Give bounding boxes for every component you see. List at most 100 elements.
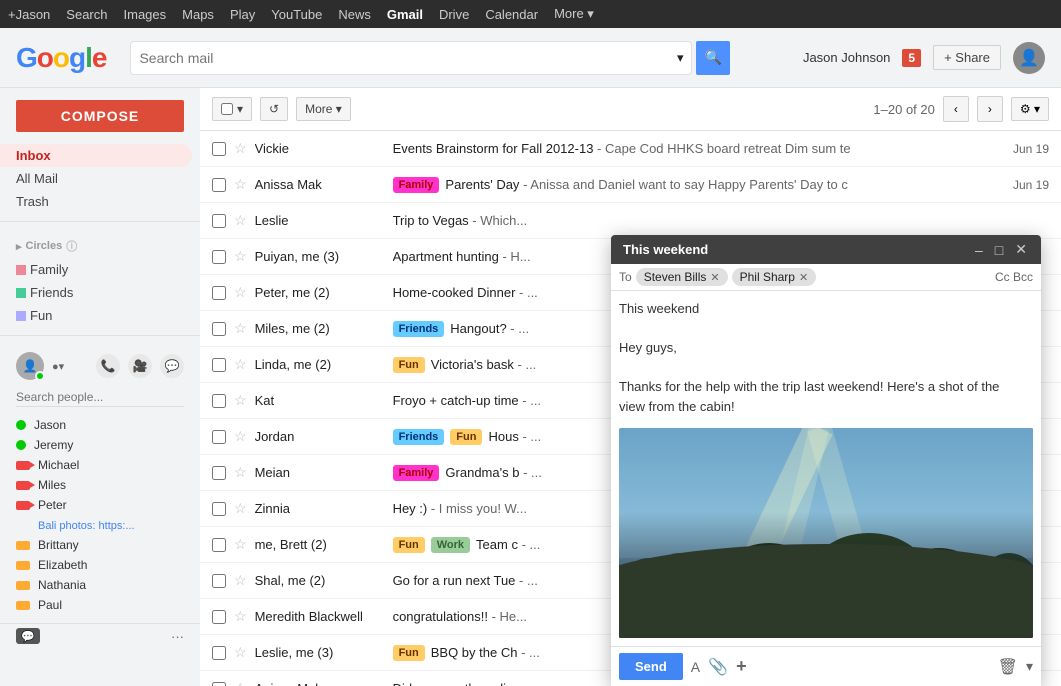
- format-icon[interactable]: A: [691, 659, 700, 675]
- person-jeremy[interactable]: Jeremy: [16, 435, 184, 455]
- search-dropdown-icon[interactable]: ▾: [677, 50, 684, 66]
- star-icon[interactable]: ☆: [234, 500, 247, 517]
- row-checkbox[interactable]: [212, 610, 226, 624]
- notification-badge[interactable]: 5: [902, 49, 921, 67]
- nav-gmail[interactable]: Gmail: [387, 7, 423, 22]
- trash-label: Trash: [16, 194, 49, 209]
- share-button[interactable]: + Share: [933, 45, 1001, 70]
- email-row[interactable]: ☆ Anissa Mak Family Parents' Day - Aniss…: [200, 167, 1061, 203]
- search-people-input[interactable]: [16, 388, 184, 407]
- sidebar-item-family[interactable]: Family: [0, 258, 192, 281]
- row-checkbox[interactable]: [212, 142, 226, 156]
- nav-search[interactable]: Search: [66, 7, 107, 22]
- row-checkbox[interactable]: [212, 214, 226, 228]
- person-peter[interactable]: Peter Bali photos: https:...: [16, 495, 184, 535]
- recipient-chip-steven[interactable]: Steven Bills ✕: [636, 268, 728, 286]
- row-checkbox[interactable]: [212, 178, 226, 192]
- person-miles[interactable]: Miles: [16, 475, 184, 495]
- chat-icon[interactable]: 💬: [160, 354, 184, 378]
- row-checkbox[interactable]: [212, 394, 226, 408]
- select-all-checkbox[interactable]: [221, 103, 233, 115]
- star-icon[interactable]: ☆: [234, 536, 247, 553]
- top-nav-bar: +Jason Search Images Maps Play YouTube N…: [0, 0, 1061, 28]
- sidebar-item-inbox[interactable]: Inbox: [0, 144, 192, 167]
- row-checkbox[interactable]: [212, 466, 226, 480]
- row-checkbox[interactable]: [212, 358, 226, 372]
- star-icon[interactable]: ☆: [234, 464, 247, 481]
- refresh-button[interactable]: ↺: [260, 97, 288, 121]
- row-checkbox[interactable]: [212, 430, 226, 444]
- person-paul[interactable]: Paul: [16, 595, 184, 615]
- sidebar-item-friends[interactable]: Friends: [0, 281, 192, 304]
- compose-message-area[interactable]: This weekend Hey guys, Thanks for the he…: [611, 291, 1041, 424]
- star-icon[interactable]: ☆: [234, 176, 247, 193]
- person-brittany[interactable]: Brittany: [16, 535, 184, 555]
- more-toolbar-button[interactable]: More ▾: [296, 97, 351, 121]
- call-icon[interactable]: 📞: [96, 354, 120, 378]
- send-button[interactable]: Send: [619, 653, 683, 680]
- nav-calendar[interactable]: Calendar: [485, 7, 538, 22]
- nav-news[interactable]: News: [338, 7, 371, 22]
- row-checkbox[interactable]: [212, 286, 226, 300]
- compose-maximize-button[interactable]: □: [993, 242, 1005, 258]
- star-icon[interactable]: ☆: [234, 140, 247, 157]
- star-icon[interactable]: ☆: [234, 392, 247, 409]
- nav-play[interactable]: Play: [230, 7, 255, 22]
- prev-page-button[interactable]: ‹: [943, 96, 969, 122]
- email-row[interactable]: ☆ Vickie Events Brainstorm for Fall 2012…: [200, 131, 1061, 167]
- delete-draft-icon[interactable]: 🗑: [998, 657, 1018, 677]
- row-checkbox[interactable]: [212, 250, 226, 264]
- nav-images[interactable]: Images: [124, 7, 167, 22]
- chat-bar-dots[interactable]: ···: [171, 629, 184, 644]
- nav-plus-jason[interactable]: +Jason: [8, 7, 50, 22]
- star-icon[interactable]: ☆: [234, 572, 247, 589]
- nav-drive[interactable]: Drive: [439, 7, 469, 22]
- email-row[interactable]: ☆ Leslie Trip to Vegas - Which...: [200, 203, 1061, 239]
- insert-icon[interactable]: +: [736, 656, 747, 677]
- sidebar-item-fun[interactable]: Fun: [0, 304, 192, 327]
- person-michael[interactable]: Michael: [16, 455, 184, 475]
- compose-button[interactable]: COMPOSE: [16, 100, 184, 132]
- compose-more-icon[interactable]: ▾: [1026, 658, 1033, 675]
- star-icon[interactable]: ☆: [234, 356, 247, 373]
- remove-steven-button[interactable]: ✕: [710, 271, 719, 284]
- nav-maps[interactable]: Maps: [182, 7, 214, 22]
- circles-label[interactable]: ▸ Circles ⓘ: [16, 238, 77, 254]
- attach-icon[interactable]: 📎: [708, 657, 728, 677]
- star-icon[interactable]: ☆: [234, 608, 247, 625]
- cc-bcc-label[interactable]: Cc Bcc: [995, 270, 1033, 284]
- row-checkbox[interactable]: [212, 646, 226, 660]
- person-elizabeth[interactable]: Elizabeth: [16, 555, 184, 575]
- settings-button[interactable]: ⚙ ▾: [1011, 97, 1049, 121]
- sidebar-item-all[interactable]: All Mail: [0, 167, 192, 190]
- star-icon[interactable]: ☆: [234, 212, 247, 229]
- chat-bar-icon[interactable]: 💬: [16, 628, 40, 644]
- row-checkbox[interactable]: [212, 538, 226, 552]
- person-jason[interactable]: Jason: [16, 415, 184, 435]
- row-checkbox[interactable]: [212, 322, 226, 336]
- star-icon[interactable]: ☆: [234, 680, 247, 686]
- video-icon[interactable]: 🎥: [128, 354, 152, 378]
- remove-phil-button[interactable]: ✕: [799, 271, 808, 284]
- select-dropdown[interactable]: ▾: [212, 97, 252, 121]
- star-icon[interactable]: ☆: [234, 644, 247, 661]
- recipient-chip-phil[interactable]: Phil Sharp ✕: [732, 268, 817, 286]
- row-checkbox[interactable]: [212, 574, 226, 588]
- sidebar-item-trash[interactable]: Trash: [0, 190, 192, 213]
- next-page-button[interactable]: ›: [977, 96, 1003, 122]
- compose-to-input[interactable]: [820, 270, 991, 285]
- star-icon[interactable]: ☆: [234, 248, 247, 265]
- star-icon[interactable]: ☆: [234, 428, 247, 445]
- row-checkbox[interactable]: [212, 502, 226, 516]
- star-icon[interactable]: ☆: [234, 284, 247, 301]
- search-input[interactable]: [139, 50, 676, 66]
- compose-header[interactable]: This weekend – □ ✕: [611, 235, 1041, 264]
- person-nathania[interactable]: Nathania: [16, 575, 184, 595]
- nav-youtube[interactable]: YouTube: [271, 7, 322, 22]
- row-checkbox[interactable]: [212, 682, 226, 686]
- search-button[interactable]: 🔍: [696, 41, 730, 75]
- compose-close-button[interactable]: ✕: [1013, 241, 1029, 258]
- nav-more[interactable]: More ▾: [554, 6, 594, 22]
- star-icon[interactable]: ☆: [234, 320, 247, 337]
- compose-minimize-button[interactable]: –: [973, 242, 985, 258]
